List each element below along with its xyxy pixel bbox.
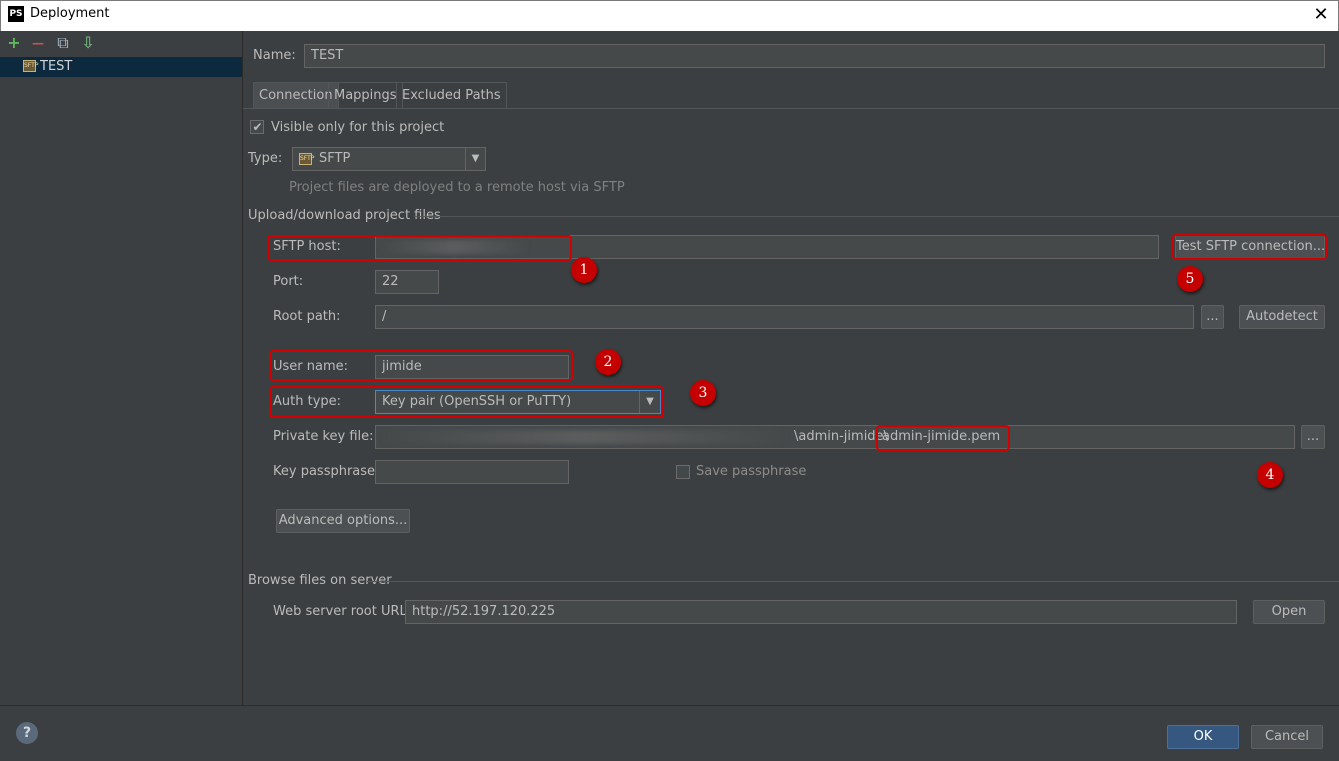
root-path-label: Root path: <box>273 309 341 324</box>
private-key-path: \admin-jimide\ <box>794 429 888 444</box>
open-button[interactable]: Open <box>1253 600 1325 624</box>
annotation-box-test <box>1172 234 1327 260</box>
autodetect-button[interactable]: Autodetect <box>1239 305 1325 329</box>
cancel-button[interactable]: Cancel <box>1251 725 1323 749</box>
web-root-url-label: Web server root URL: <box>273 604 412 619</box>
remove-icon[interactable]: — <box>30 35 46 51</box>
passphrase-label: Key passphrase: <box>273 464 380 479</box>
annotation-badge-2: 2 <box>595 349 621 375</box>
sftp-type-icon: SFTP <box>299 153 314 165</box>
passphrase-input[interactable] <box>375 460 569 484</box>
dialog-footer <box>0 705 1339 761</box>
type-select[interactable]: SFTP <box>292 147 486 171</box>
name-label: Name: <box>253 48 296 63</box>
annotation-badge-1: 1 <box>571 257 597 283</box>
annotation-box-auth <box>269 386 664 418</box>
root-path-input[interactable]: / <box>375 305 1194 329</box>
visible-only-label: Visible only for this project <box>271 120 445 135</box>
upload-section-divider <box>414 216 1339 217</box>
checkmark-icon: ✔ <box>252 120 263 134</box>
tab-divider <box>243 108 1339 109</box>
annotation-badge-3: 3 <box>690 380 716 406</box>
web-root-url-input[interactable]: http://52.197.120.225 <box>405 600 1237 624</box>
ok-button[interactable]: OK <box>1167 725 1239 749</box>
annotation-box-host <box>267 235 572 261</box>
browse-section-divider <box>367 581 1339 582</box>
sftp-server-icon: SFTP <box>23 60 38 72</box>
annotation-badge-5: 5 <box>1177 266 1203 292</box>
annotation-box-key <box>876 425 1010 451</box>
window-title: Deployment <box>30 6 110 21</box>
server-list-pane <box>0 31 243 705</box>
chevron-down-icon[interactable]: ▼ <box>465 148 485 170</box>
port-label: Port: <box>273 274 304 289</box>
private-key-browse-button[interactable]: ... <box>1301 425 1325 449</box>
redacted-key-path <box>380 430 790 444</box>
help-icon[interactable]: ? <box>16 722 38 744</box>
import-icon[interactable]: ⇩ <box>80 35 96 51</box>
server-item-label: TEST <box>40 59 73 74</box>
annotation-box-user <box>269 350 573 381</box>
copy-icon[interactable]: ⧉ <box>55 35 71 51</box>
root-path-browse-button[interactable]: ... <box>1201 305 1224 329</box>
save-passphrase-label: Save passphrase <box>696 464 807 479</box>
title-bar <box>0 0 1339 31</box>
annotation-badge-4: 4 <box>1257 462 1283 488</box>
upload-section-title: Upload/download project files <box>248 208 441 223</box>
tab-connection[interactable]: Connection <box>253 82 339 108</box>
save-passphrase-checkbox[interactable] <box>676 465 690 479</box>
type-label: Type: <box>248 151 283 166</box>
close-icon[interactable]: ✕ <box>1310 4 1332 26</box>
phpstorm-app-icon: PS <box>8 6 24 22</box>
port-input[interactable]: 22 <box>375 270 439 294</box>
type-hint: Project files are deployed to a remote h… <box>289 180 625 195</box>
tab-mappings[interactable]: Mappings <box>328 82 403 108</box>
add-icon[interactable]: + <box>6 35 22 51</box>
private-key-label: Private key file: <box>273 429 374 444</box>
name-input[interactable]: TEST <box>304 44 1325 68</box>
tab-excluded-paths[interactable]: Excluded Paths <box>396 82 507 108</box>
advanced-options-button[interactable]: Advanced options... <box>276 509 410 533</box>
